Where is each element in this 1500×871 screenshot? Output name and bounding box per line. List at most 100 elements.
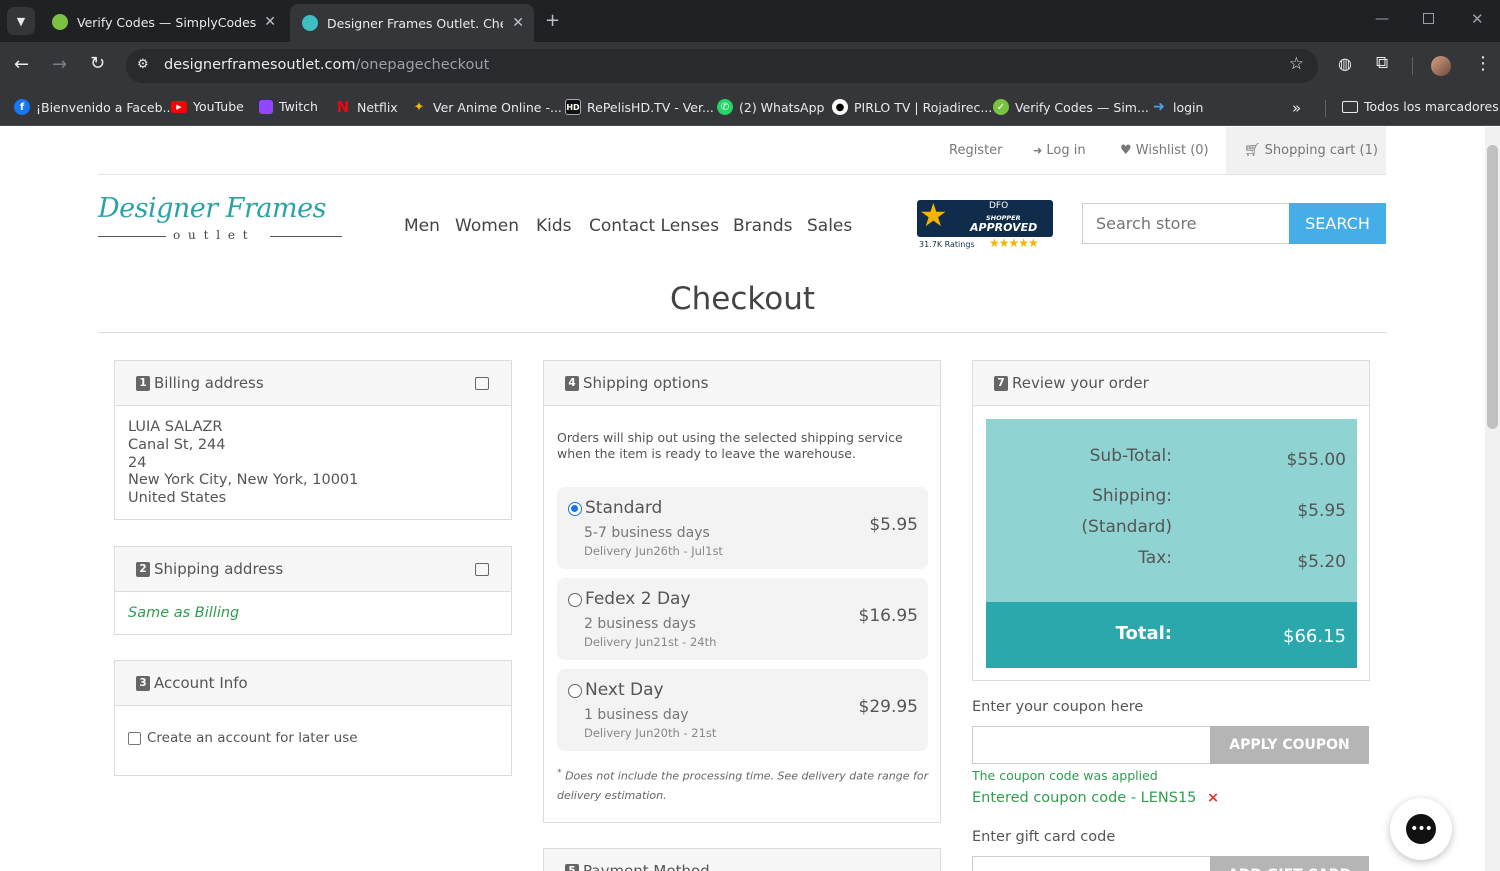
- shipping-option-next-day[interactable]: Next Day 1 business day Delivery Jun20th…: [557, 669, 928, 751]
- logo-wordmark: Designer Frames: [98, 193, 326, 224]
- bookmark-twitch[interactable]: Twitch: [259, 99, 318, 114]
- payment-method-panel: 5 Payment Method: [543, 848, 941, 871]
- search-button[interactable]: SEARCH: [1289, 203, 1386, 244]
- subtotal-value: $55.00: [1286, 450, 1346, 470]
- title-divider: [98, 332, 1386, 333]
- search-input[interactable]: [1082, 203, 1290, 244]
- nav-women[interactable]: Women: [455, 216, 519, 236]
- bookmark-whatsapp[interactable]: ✆ (2) WhatsApp: [717, 99, 824, 115]
- bookmark-pirlotv[interactable]: ● PIRLO TV | Rojadirec...: [832, 99, 992, 115]
- tab-title: Designer Frames Outlet. Checkout: [327, 15, 503, 31]
- radio-standard[interactable]: [568, 502, 582, 516]
- chat-widget-button[interactable]: •••: [1390, 798, 1452, 860]
- soccer-icon: ●: [832, 99, 848, 115]
- reload-icon[interactable]: ↻: [90, 55, 105, 73]
- close-tab-icon[interactable]: ✕: [264, 14, 276, 30]
- shipping-label: Shipping:: [1092, 486, 1172, 506]
- new-tab-button[interactable]: +: [545, 10, 560, 31]
- close-window-button[interactable]: ✕: [1471, 10, 1484, 28]
- page-content: Register ➜ Log in ♥ Wishlist (0) 🛒︎ Shop…: [0, 127, 1485, 871]
- nav-sales[interactable]: Sales: [807, 216, 852, 236]
- sign-in-icon: ➜: [1033, 144, 1043, 157]
- shopping-cart-link[interactable]: 🛒︎ Shopping cart (1): [1226, 127, 1386, 174]
- site-logo[interactable]: Designer Frames o u t l e t: [98, 193, 344, 253]
- address-bar[interactable]: ⚙ designerframesoutlet.com/onepagechecko…: [126, 49, 1318, 83]
- nav-men[interactable]: Men: [404, 216, 440, 236]
- tab-designer-frames[interactable]: Designer Frames Outlet. Checkout ✕: [290, 4, 534, 42]
- coupon-label: Enter your coupon here: [972, 699, 1144, 715]
- wishlist-link[interactable]: ♥ Wishlist (0): [1120, 143, 1209, 158]
- radio-next-day[interactable]: [568, 684, 582, 698]
- bookmark-facebook[interactable]: f ¡Bienvenido a Faceb...: [14, 99, 174, 115]
- apply-coupon-button[interactable]: APPLY COUPON: [1210, 726, 1369, 764]
- billing-address-header: 1 Billing address: [115, 361, 511, 406]
- radio-fedex-2-day[interactable]: [568, 593, 582, 607]
- simplycodes-icon: ✓: [993, 99, 1009, 115]
- account-info-panel: 3 Account Info Create an account for late…: [114, 660, 512, 776]
- extensions-icon[interactable]: ⧉: [1376, 55, 1388, 72]
- facebook-icon: f: [14, 99, 30, 115]
- menu-kebab-icon[interactable]: ⋮: [1474, 55, 1492, 73]
- bookmark-anime[interactable]: ✦ Ver Anime Online -...: [411, 99, 562, 115]
- edit-icon[interactable]: [475, 377, 489, 390]
- bookmark-repelishd[interactable]: HD RePelisHD.TV - Ver...: [565, 99, 714, 115]
- remove-coupon-icon[interactable]: ×: [1207, 790, 1219, 806]
- billing-apt: 24: [128, 454, 147, 471]
- netflix-icon: N: [336, 98, 350, 116]
- coupon-input[interactable]: [972, 726, 1211, 764]
- billing-street: Canal St, 244: [128, 436, 226, 453]
- register-link[interactable]: Register: [949, 143, 1003, 158]
- billing-name: LUIA SALAZR: [128, 419, 223, 435]
- tab-verify-codes[interactable]: Verify Codes — SimplyCodes ✕: [40, 6, 286, 38]
- page-scrollbar[interactable]: [1485, 127, 1500, 871]
- add-gift-card-button[interactable]: ADD GIFT CARD: [1210, 856, 1369, 871]
- toolbar-divider: [1412, 57, 1413, 75]
- tab-title: Verify Codes — SimplyCodes: [77, 14, 257, 30]
- nav-contact-lenses[interactable]: Contact Lenses: [589, 216, 719, 236]
- shipping-address-header: 2 Shipping address: [115, 547, 511, 592]
- review-order-header: 7 Review your order: [973, 361, 1369, 406]
- nav-kids[interactable]: Kids: [536, 216, 572, 236]
- globe-icon[interactable]: ◍: [1338, 56, 1352, 72]
- nav-brands[interactable]: Brands: [733, 216, 793, 236]
- shipping-option-fedex-2-day[interactable]: Fedex 2 Day 2 business days Delivery Jun…: [557, 578, 928, 660]
- page-title: Checkout: [669, 281, 816, 317]
- subtotal-label: Sub-Total:: [1089, 446, 1172, 466]
- restore-window-button[interactable]: [1423, 13, 1434, 24]
- shipping-same-as-billing: Same as Billing: [128, 605, 240, 621]
- close-tab-icon[interactable]: ✕: [512, 15, 524, 31]
- bookmark-star-icon[interactable]: ☆: [1289, 54, 1304, 74]
- account-info-header: 3 Account Info: [115, 661, 511, 706]
- header-divider: [98, 174, 1386, 175]
- cart-icon: 🛒︎: [1244, 143, 1261, 158]
- all-bookmarks-folder[interactable]: Todos los marcadores: [1342, 99, 1499, 114]
- forward-arrow-icon[interactable]: →: [52, 56, 67, 74]
- login-icon: ➜: [1153, 99, 1165, 115]
- profile-avatar[interactable]: [1431, 56, 1451, 76]
- bookmark-netflix[interactable]: N Netflix: [335, 98, 398, 116]
- billing-city: New York City, New York, 10001: [128, 472, 359, 489]
- giftcard-input[interactable]: [972, 856, 1211, 871]
- shipping-option-standard[interactable]: Standard 5-7 business days Delivery Jun2…: [557, 487, 928, 569]
- bookmark-verify-codes[interactable]: ✓ Verify Codes — Sim...: [993, 99, 1149, 115]
- login-link[interactable]: ➜ Log in: [1033, 143, 1086, 158]
- bookmarks-bar: f ¡Bienvenido a Faceb... ▶ YouTube Twitch …: [0, 90, 1500, 126]
- back-arrow-icon[interactable]: ←: [14, 56, 29, 74]
- bookmark-youtube[interactable]: ▶ YouTube: [171, 99, 244, 114]
- total-label: Total:: [1115, 623, 1172, 644]
- create-account-checkbox[interactable]: [128, 731, 141, 745]
- site-settings-icon[interactable]: ⚙: [137, 57, 149, 72]
- bookmark-login[interactable]: ➜ login: [1151, 99, 1203, 115]
- create-account-label[interactable]: Create an account for later use: [147, 730, 358, 746]
- more-bookmarks-icon[interactable]: »: [1292, 99, 1301, 117]
- edit-icon[interactable]: [475, 563, 489, 576]
- order-summary-box: Sub-Total: $55.00 Shipping: (Standard) $…: [986, 419, 1357, 668]
- total-row: Total: $66.15: [986, 602, 1357, 668]
- scrollbar-thumb[interactable]: [1487, 145, 1498, 429]
- tax-value: $5.20: [1297, 552, 1346, 572]
- shopper-approved-badge[interactable]: ★ DFO SHOPPER APPROVED 31.7K Ratings ★★★…: [917, 199, 1053, 255]
- shipping-value: $5.95: [1297, 501, 1346, 521]
- minimize-window-button[interactable]: —: [1375, 11, 1389, 27]
- tab-list-dropdown-button[interactable]: ▼: [7, 7, 35, 35]
- shipping-method-label: (Standard): [1081, 517, 1172, 537]
